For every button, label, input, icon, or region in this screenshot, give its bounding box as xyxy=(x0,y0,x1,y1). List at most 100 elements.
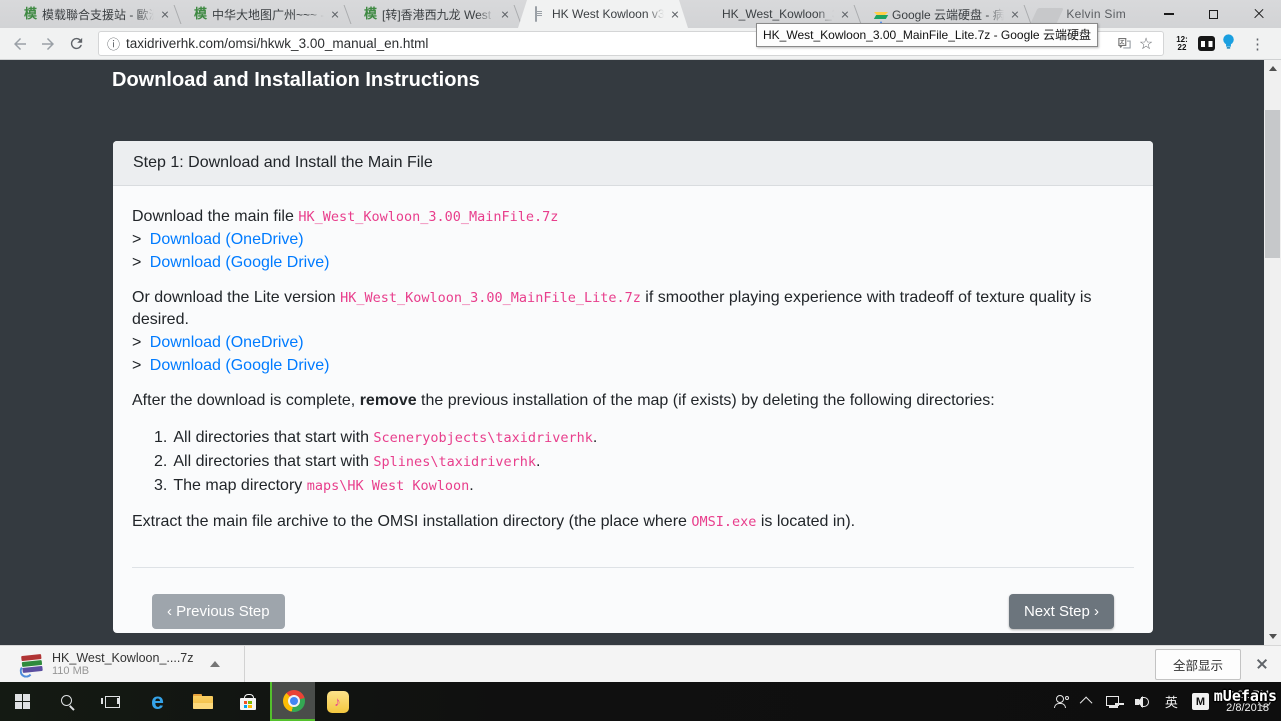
directories-list: 1.All directories that start with Scener… xyxy=(154,426,1134,498)
tab-west-kowloon-forum[interactable]: 模 [转]香港西九龙 West K xyxy=(348,0,518,28)
forward-arrow-icon xyxy=(39,35,57,53)
tab-close-icon[interactable] xyxy=(838,7,852,21)
download-options-caret-icon[interactable] xyxy=(210,661,220,667)
main-file-name: HK_West_Kowloon_3.00_MainFile.7z xyxy=(298,209,558,225)
directory-path: Splines\taxidriverhk xyxy=(373,454,536,470)
tab-close-icon[interactable] xyxy=(498,7,512,21)
remove-paragraph: After the download is complete, remove t… xyxy=(132,390,1134,412)
main-file-paragraph: Download the main file HK_West_Kowloon_3… xyxy=(132,206,1134,228)
bookmark-star-icon[interactable]: ☆ xyxy=(1135,33,1157,55)
tray-overflow-button[interactable] xyxy=(1076,682,1099,721)
maximize-button[interactable] xyxy=(1191,0,1236,28)
page-info-icon[interactable]: ⓘ xyxy=(107,34,120,53)
chrome-taskbar-button[interactable] xyxy=(270,682,315,721)
gdrive-lite-link[interactable]: Download (Google Drive) xyxy=(150,357,330,374)
download-link-row: > Download (OneDrive) xyxy=(132,228,1134,251)
task-view-icon xyxy=(105,696,120,708)
volume-button[interactable] xyxy=(1128,682,1158,721)
download-link-row: > Download (Google Drive) xyxy=(132,251,1134,274)
show-all-downloads-button[interactable]: 全部显示 xyxy=(1155,649,1241,680)
lite-file-name: HK_West_Kowloon_3.00_MainFile_Lite.7z xyxy=(340,290,641,306)
ethernet-icon xyxy=(1106,696,1121,708)
profile-name[interactable]: Kelvin Sim xyxy=(1066,7,1126,21)
google-drive-icon xyxy=(874,7,888,21)
download-shelf: HK_West_Kowloon_....7z 110 MB 全部显示 xyxy=(0,645,1281,682)
people-button[interactable] xyxy=(1047,682,1076,721)
page-title-clipped: HK West Kowloon 3.00 xyxy=(112,60,350,65)
step-card-footer: ‹ Previous Step Next Step › xyxy=(132,568,1134,629)
downloaded-file-item[interactable]: HK_West_Kowloon_....7z 110 MB xyxy=(12,649,238,679)
tab-close-icon[interactable] xyxy=(158,7,172,21)
previous-step-button[interactable]: ‹ Previous Step xyxy=(152,594,285,629)
minimize-icon xyxy=(1164,13,1174,15)
close-icon xyxy=(1253,8,1265,20)
tab-hk-west-kowloon-manual[interactable]: HK West Kowloon v3.0 xyxy=(518,0,688,28)
reload-button[interactable] xyxy=(62,30,90,58)
chrome-menu-icon[interactable]: ⋮ xyxy=(1242,35,1273,53)
windows-logo-icon xyxy=(15,694,30,709)
scrollbar-thumb[interactable] xyxy=(1265,110,1280,258)
forum-favicon-icon: 模 xyxy=(194,7,208,21)
lite-file-paragraph: Or download the Lite version HK_West_Kow… xyxy=(132,287,1134,331)
forward-button[interactable] xyxy=(34,30,62,58)
onedrive-main-link[interactable]: Download (OneDrive) xyxy=(150,231,304,248)
microsoft-store-button[interactable] xyxy=(225,682,270,721)
triangle-up-icon xyxy=(1269,66,1277,71)
step-card-body: Download the main file HK_West_Kowloon_3… xyxy=(113,186,1153,629)
page-heading: Download and Installation Instructions xyxy=(112,69,480,92)
back-arrow-icon xyxy=(11,35,29,53)
clock-extension-icon[interactable]: 12: 22 xyxy=(1172,36,1192,52)
tab-close-icon[interactable] xyxy=(328,7,342,21)
tab-hover-tooltip: HK_West_Kowloon_3.00_MainFile_Lite.7z - … xyxy=(756,23,1098,47)
maximize-icon xyxy=(1209,10,1218,19)
language-indicator[interactable]: 英 xyxy=(1158,682,1185,721)
music-app-button[interactable]: ♪ xyxy=(315,682,360,721)
shelf-right-controls: 全部显示 xyxy=(1155,649,1281,680)
download-link-row: > Download (OneDrive) xyxy=(132,331,1134,354)
file-explorer-button[interactable] xyxy=(180,682,225,721)
taskbar-search-button[interactable] xyxy=(45,682,90,721)
triangle-down-icon xyxy=(1269,634,1277,639)
folder-icon xyxy=(193,694,213,709)
dark-extension-icon[interactable] xyxy=(1198,36,1215,51)
search-icon xyxy=(60,694,76,710)
list-item: 2.All directories that start with Spline… xyxy=(154,450,1134,474)
download-filename: HK_West_Kowloon_....7z xyxy=(52,651,194,665)
chrome-icon xyxy=(283,690,305,712)
start-button[interactable] xyxy=(0,682,45,721)
step-card: Step 1: Download and Install the Main Fi… xyxy=(113,141,1153,633)
download-filesize: 110 MB xyxy=(52,665,194,677)
forum-favicon-icon: 模 xyxy=(24,7,38,21)
task-view-button[interactable] xyxy=(90,682,135,721)
network-button[interactable] xyxy=(1099,682,1128,721)
omsi-exe-name: OMSI.exe xyxy=(691,514,756,530)
tab-china-map[interactable]: 模 中华大地图广州~~~ - xyxy=(178,0,348,28)
edge-button[interactable]: e xyxy=(135,682,180,721)
scroll-up-button[interactable] xyxy=(1264,60,1281,77)
onedrive-lite-link[interactable]: Download (OneDrive) xyxy=(150,334,304,351)
winrar-archive-icon xyxy=(19,651,45,677)
page-viewport: HK West Kowloon 3.00 Download and Instal… xyxy=(0,60,1281,645)
download-file-info: HK_West_Kowloon_....7z 110 MB xyxy=(52,651,194,677)
tab-close-icon[interactable] xyxy=(668,7,682,21)
translate-icon[interactable] xyxy=(1113,33,1135,55)
extensions-area: 12: 22 ⋮ xyxy=(1172,33,1273,55)
scroll-down-button[interactable] xyxy=(1264,628,1281,645)
extract-paragraph: Extract the main file archive to the OMS… xyxy=(132,511,1134,533)
reload-icon xyxy=(68,35,85,52)
page-scrollbar[interactable] xyxy=(1264,60,1281,645)
list-item: 3.The map directory maps\HK West Kowloon… xyxy=(154,474,1134,498)
next-step-button[interactable]: Next Step › xyxy=(1009,594,1114,629)
gdrive-main-link[interactable]: Download (Google Drive) xyxy=(150,254,330,271)
minimize-button[interactable] xyxy=(1146,0,1191,28)
close-shelf-icon[interactable] xyxy=(1255,657,1269,671)
directory-path: maps\HK West Kowloon xyxy=(307,478,470,494)
window-controls xyxy=(1146,0,1281,28)
back-button[interactable] xyxy=(6,30,34,58)
tab-forum-support[interactable]: 模 模载聯合支援站 - 歐洲- xyxy=(8,0,178,28)
close-window-button[interactable] xyxy=(1236,0,1281,28)
tab-close-icon[interactable] xyxy=(1008,7,1022,21)
new-tab-button[interactable] xyxy=(1030,8,1063,24)
ime-indicator[interactable]: M xyxy=(1185,682,1216,721)
lightbulb-extension-icon[interactable] xyxy=(1221,33,1236,55)
